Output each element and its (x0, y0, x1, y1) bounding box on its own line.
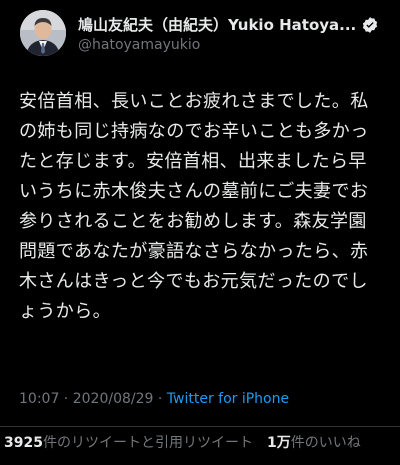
likes-label: 件のいいね (290, 435, 361, 451)
display-name[interactable]: 鳩山友紀夫（由紀夫）Yukio Hatoya... (78, 14, 356, 35)
name-row: 鳩山友紀夫（由紀夫）Yukio Hatoya... (78, 14, 386, 35)
meta-separator: · (59, 391, 73, 407)
avatar-photo-icon (20, 10, 66, 56)
user-handle[interactable]: @hatoyamayukio (78, 37, 200, 53)
tweet-meta: 10:07 · 2020/08/29 · Twitter for iPhone (19, 391, 289, 407)
likes-stat[interactable]: 1万件のいいね (267, 435, 361, 451)
meta-separator-2: · (153, 391, 167, 407)
avatar[interactable] (20, 10, 66, 56)
likes-count: 1万 (266, 435, 291, 451)
retweets-count: 3925 (4, 435, 43, 451)
retweets-label: 件のリツイートと引用リツイート (42, 435, 253, 451)
tweet-date[interactable]: 2020/08/29 (73, 391, 154, 407)
retweets-stat[interactable]: 3925件のリツイートと引用リツイート (4, 435, 253, 451)
tweet-header: 鳩山友紀夫（由紀夫）Yukio Hatoya... @hatoyamayukio (20, 8, 390, 60)
tweet-source-link[interactable]: Twitter for iPhone (167, 391, 289, 407)
divider (0, 426, 400, 427)
tweet-time[interactable]: 10:07 (19, 391, 59, 407)
tweet-text: 安倍首相、長いことお疲れさまでした。私の姉も同じ持病なのでお辛いことも多かったと… (19, 91, 369, 322)
verified-badge-icon (363, 16, 378, 33)
tweet-stats: 3925件のリツイートと引用リツイート 1万件のいいね (4, 432, 361, 452)
